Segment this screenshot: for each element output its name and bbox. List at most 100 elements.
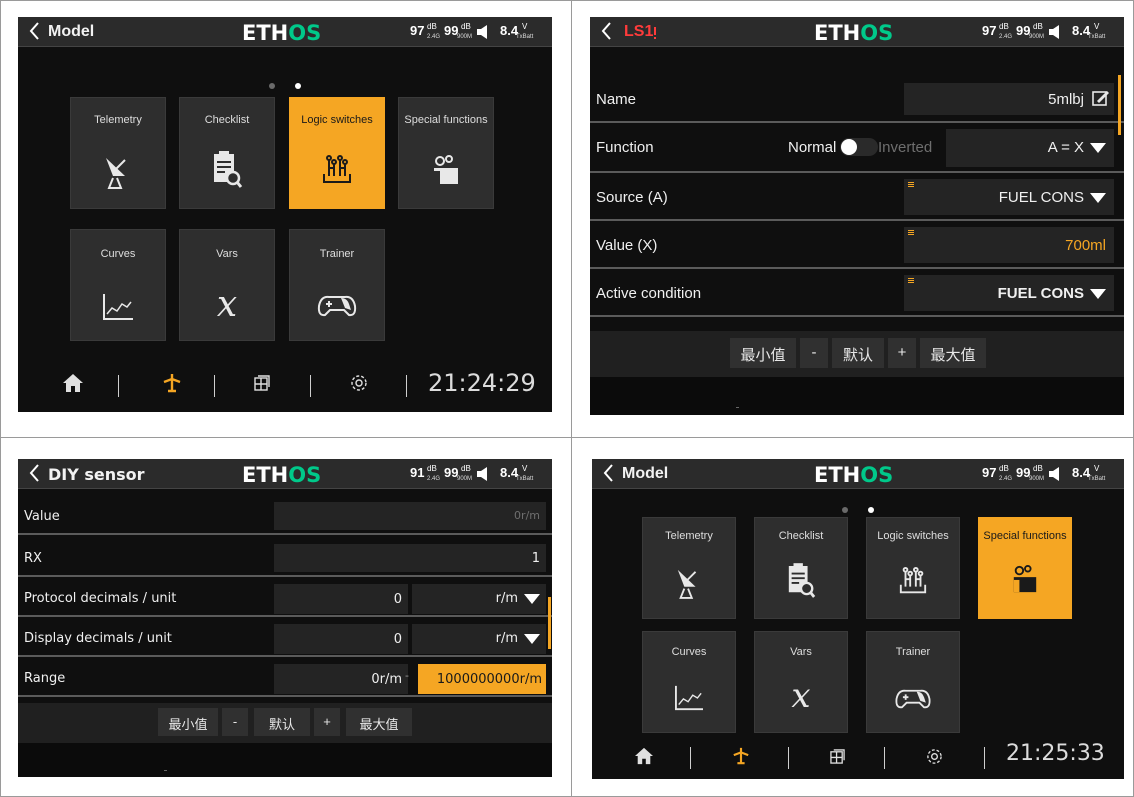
rx-field[interactable]: 1 [274, 544, 546, 572]
tile-trainer[interactable]: Trainer [866, 631, 960, 733]
min-value-button[interactable]: 最小值 [730, 338, 796, 368]
value-field: 0r/m [274, 502, 546, 530]
speaker-icon [477, 467, 487, 481]
tile-special-functions[interactable]: Special functions [978, 517, 1072, 619]
back-chevron-icon[interactable] [26, 462, 44, 484]
gear-icon[interactable] [926, 748, 943, 765]
tile-telemetry[interactable]: Telemetry [642, 517, 736, 619]
airplane-icon[interactable] [162, 373, 182, 393]
page-title: DIY sensor [48, 465, 145, 484]
ethos-logo: ETHOS [814, 21, 894, 45]
back-chevron-icon[interactable] [598, 20, 616, 42]
grid-border-center [571, 0, 572, 797]
decrement-button[interactable]: - [222, 708, 248, 736]
range-max-field[interactable]: 1000000000r/m [418, 664, 546, 694]
page-indicator [18, 76, 552, 94]
gear-icon[interactable] [350, 374, 368, 392]
screen-model-special: Model ETHOS 97 dB 2.4G 99 dB 900M 8.4 V … [592, 459, 1124, 779]
clock: 21:25:33 [1006, 741, 1105, 766]
decrement-button[interactable]: - [800, 338, 828, 368]
edit-icon[interactable] [1092, 89, 1110, 107]
tile-checklist[interactable]: Checklist [179, 97, 275, 209]
dropdown-arrow-icon [524, 593, 540, 604]
speaker-icon [1049, 25, 1059, 39]
row-function: Function Normal Inverted A = X [590, 125, 1124, 173]
grid-border-top [0, 0, 1134, 1]
max-value-button[interactable]: 最大值 [346, 708, 412, 736]
radio-status: 97 dB 2.4G 99 dB 900M 8.4 V TxBatt [982, 22, 1106, 40]
ethos-logo: ETHOS [242, 463, 322, 487]
value-x-field[interactable]: 700ml [904, 227, 1114, 263]
back-chevron-icon[interactable] [600, 462, 618, 484]
system-grid-icon[interactable] [830, 749, 845, 764]
dropdown-arrow-icon [1090, 143, 1106, 154]
system-grid-icon[interactable] [254, 375, 270, 391]
home-icon[interactable] [634, 747, 654, 765]
increment-button[interactable]: + [314, 708, 340, 736]
checklist-icon [214, 151, 243, 188]
tile-telemetry[interactable]: Telemetry [70, 97, 166, 209]
radio-status: 97 dB 2.4G 99 dB 900M 8.4 V TxBatt [410, 22, 534, 40]
increment-button[interactable]: + [888, 338, 916, 368]
name-field[interactable]: 5mlbj [904, 83, 1114, 115]
tile-checklist[interactable]: Checklist [754, 517, 848, 619]
radio-status: 97 dB 2.4G 99 dB 900M 8.4 V TxBatt [982, 464, 1106, 482]
header: Model ETHOS 97 dB 2.4G 99 dB 900M 8.4 V … [18, 17, 552, 47]
tile-special-functions[interactable]: Special functions [398, 97, 494, 209]
max-value-button[interactable]: 最大值 [920, 338, 986, 368]
checklist-icon [788, 563, 816, 598]
dropdown-arrow-icon [1090, 289, 1106, 300]
clock: 21:24:29 [428, 369, 536, 397]
satellite-dish-icon [677, 569, 697, 599]
min-value-button[interactable]: 最小值 [158, 708, 218, 736]
tile-logic-switches[interactable]: Logic switches [866, 517, 960, 619]
grid-border-left [0, 0, 1, 797]
special-functions-icon [1013, 565, 1037, 593]
protocol-decimals-field[interactable]: 0 [274, 584, 408, 614]
special-functions-icon [434, 155, 458, 184]
active-condition-select[interactable]: FUEL CONS [904, 275, 1114, 311]
default-button[interactable]: 默认 [254, 708, 310, 736]
variable-x-icon: 𝑥 [791, 676, 811, 716]
home-icon[interactable] [62, 373, 84, 393]
gamepad-icon [317, 295, 357, 317]
bottom-nav: 21:25:33 [592, 741, 1124, 779]
row-protocol-decimals: Protocol decimals / unit 0 r/m [18, 579, 552, 617]
row-name: Name 5mlbj [590, 79, 1124, 123]
range-min-field[interactable]: 0r/m [274, 664, 408, 694]
back-chevron-icon[interactable] [26, 20, 44, 42]
source-a-select[interactable]: FUEL CONS [904, 179, 1114, 215]
inverted-toggle[interactable] [840, 138, 878, 156]
tile-vars[interactable]: Vars 𝑥 [179, 229, 275, 341]
row-value-x: Value (X) 700ml [590, 223, 1124, 269]
screen-diy-sensor: DIY sensor ETHOS 91 dB 2.4G 99 dB 900M 8… [18, 459, 552, 777]
page-indicator [592, 500, 1124, 518]
tile-trainer[interactable]: Trainer [289, 229, 385, 341]
display-decimals-field[interactable]: 0 [274, 624, 408, 654]
tile-curves[interactable]: Curves [642, 631, 736, 733]
tile-curves[interactable]: Curves [70, 229, 166, 341]
row-rx: RX 1 [18, 539, 552, 577]
function-select[interactable]: A = X [946, 129, 1114, 167]
curve-graph-icon [675, 685, 703, 711]
scrollbar[interactable] [1118, 75, 1121, 135]
header: DIY sensor ETHOS 91 dB 2.4G 99 dB 900M 8… [18, 459, 552, 489]
speaker-icon [477, 25, 487, 39]
range-dash: - [405, 669, 409, 682]
row-value: Value 0r/m [18, 499, 552, 535]
protocol-unit-select[interactable]: r/m [412, 584, 546, 614]
speaker-icon [1049, 467, 1059, 481]
row-range: Range 0r/m - 1000000000r/m [18, 659, 552, 697]
default-button[interactable]: 默认 [832, 338, 884, 368]
bottom-nav: 21:24:29 [18, 369, 552, 412]
tile-vars[interactable]: Vars 𝑥 [754, 631, 848, 733]
logic-circuit-icon [323, 155, 351, 183]
grid-border-middle [0, 437, 1134, 438]
airplane-icon[interactable] [732, 747, 750, 765]
scrollbar[interactable] [548, 597, 551, 649]
inverted-label: Inverted [878, 139, 933, 156]
display-unit-select[interactable]: r/m [412, 624, 546, 654]
alert-icon [654, 27, 656, 39]
variable-x-icon: 𝑥 [216, 284, 238, 325]
tile-logic-switches[interactable]: Logic switches [289, 97, 385, 209]
